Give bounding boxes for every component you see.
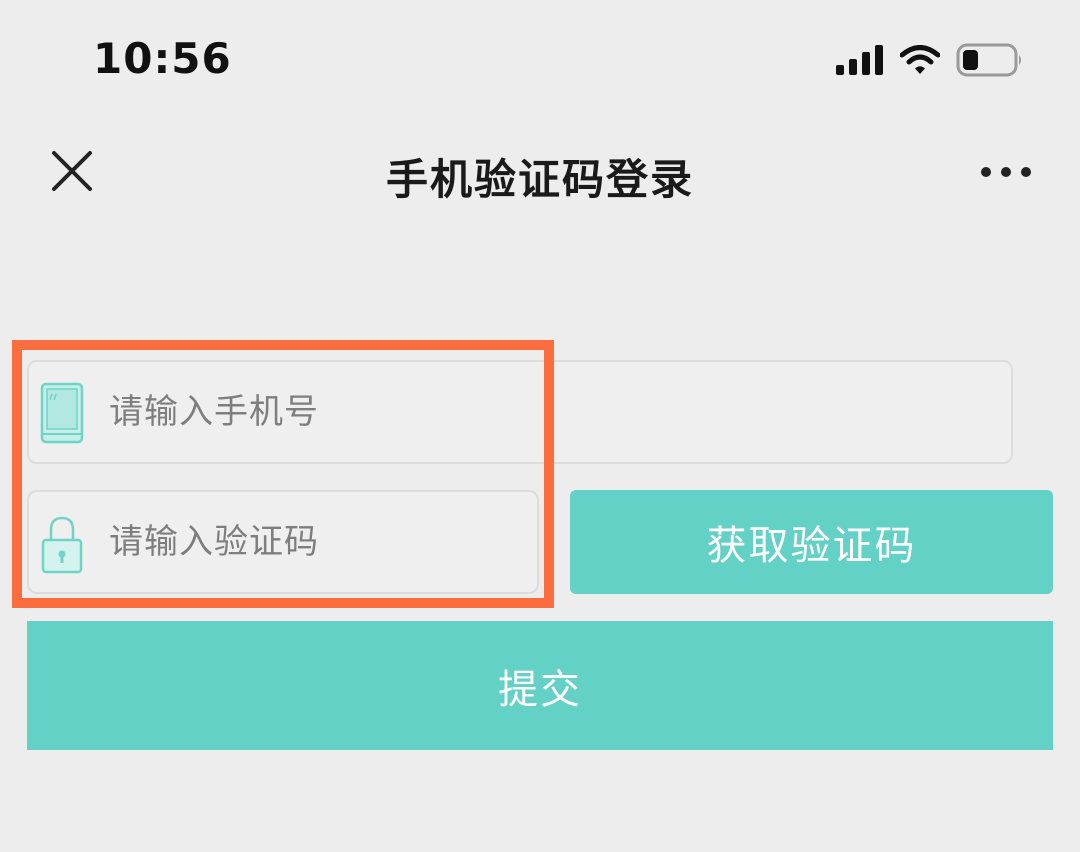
code-field bbox=[27, 490, 539, 594]
status-time: 10:56 bbox=[93, 34, 232, 83]
cellular-signal-icon bbox=[836, 45, 883, 75]
battery-icon bbox=[956, 43, 1021, 77]
page-title: 手机验证码登录 bbox=[385, 155, 694, 204]
more-button[interactable] bbox=[980, 162, 1032, 182]
more-icon bbox=[981, 167, 1031, 177]
wifi-icon bbox=[900, 45, 940, 74]
submit-button[interactable]: 提交 bbox=[27, 621, 1053, 750]
phone-icon bbox=[40, 382, 84, 444]
phone-field bbox=[27, 360, 1013, 464]
status-icons bbox=[836, 40, 1024, 80]
code-input[interactable] bbox=[109, 492, 517, 592]
login-screen: 10:56 手机验证码登录 请输入手机号 请输入验证码 获取验证码 提交 bbox=[0, 0, 1080, 852]
phone-input[interactable] bbox=[109, 362, 991, 462]
lock-icon bbox=[41, 516, 83, 574]
get-code-button[interactable]: 获取验证码 bbox=[570, 490, 1053, 594]
